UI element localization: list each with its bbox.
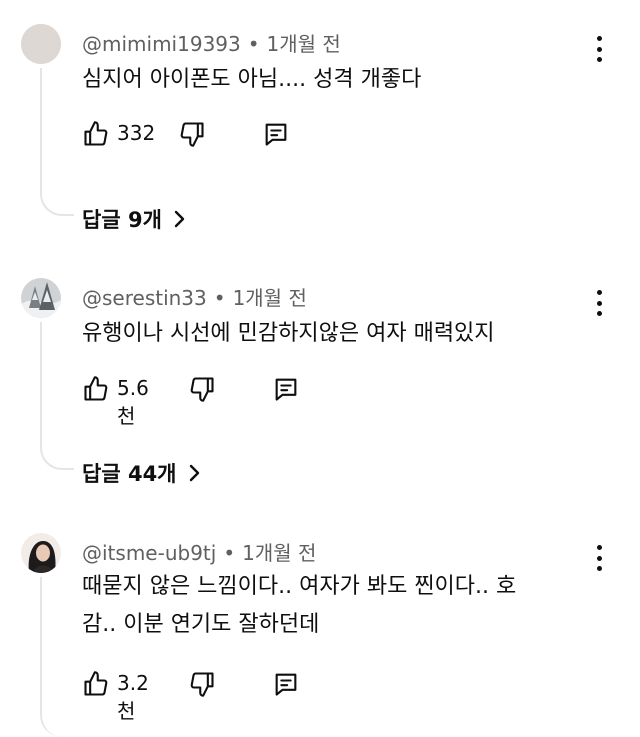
comment-text-line: 감.. 이분 연기도 잘하던데 (82, 612, 320, 637)
more-options-button[interactable] (592, 290, 606, 316)
thumbs-down-icon[interactable] (188, 670, 216, 698)
author-name[interactable]: @serestin33 (82, 286, 207, 310)
avatar-person-icon (21, 533, 61, 573)
author-name[interactable]: @itsme-ub9tj (82, 541, 216, 565)
comment-text: 때묻지 않은 느낌이다.. 여자가 봐도 찐이다.. 호 감.. 이분 연기도 … (82, 568, 516, 644)
like-count: 5.6천 (117, 376, 149, 428)
comment-time: 1개월 전 (266, 32, 341, 56)
comment-time: 1개월 전 (242, 541, 317, 565)
comment-meta: @mimimi19393 • 1개월 전 (82, 28, 341, 57)
avatar[interactable] (21, 24, 61, 64)
separator: • (247, 32, 260, 56)
replies-button[interactable]: 답글 9개 (82, 204, 186, 234)
separator: • (223, 541, 236, 565)
replies-button[interactable]: 답글 44개 (82, 458, 201, 488)
avatar[interactable] (21, 278, 61, 318)
replies-label: 답글 44개 (82, 462, 177, 486)
comment-text-line: 때묻지 않은 느낌이다.. 여자가 봐도 찐이다.. 호 (82, 574, 517, 599)
reply-icon[interactable] (272, 375, 300, 403)
thread-line (40, 68, 74, 216)
more-options-button[interactable] (592, 36, 606, 62)
thread-line (40, 577, 74, 737)
thumbs-down-icon[interactable] (188, 375, 216, 403)
thread-line (40, 322, 74, 470)
comment-text: 유행이나 시선에 민감하지않은 여자 매력있지 (82, 315, 495, 353)
more-options-button[interactable] (592, 545, 606, 571)
comment-meta: @itsme-ub9tj • 1개월 전 (82, 537, 316, 566)
comment-text: 심지어 아이폰도 아님.... 성격 개좋다 (82, 61, 421, 99)
like-count: 332 (117, 121, 156, 145)
like-count: 3.2천 (117, 671, 149, 723)
more-vertical-icon (596, 36, 602, 41)
chevron-right-icon (174, 210, 185, 228)
more-vertical-icon (596, 545, 602, 550)
comment-text-line: 유행이나 시선에 민감하지않은 여자 매력있지 (82, 321, 495, 346)
chevron-right-icon (189, 464, 199, 482)
reply-icon[interactable] (272, 670, 300, 698)
comment-meta: @serestin33 • 1개월 전 (82, 282, 307, 311)
more-vertical-icon (596, 290, 602, 295)
comment-text-line: 심지어 아이폰도 아님.... 성격 개좋다 (82, 67, 422, 92)
separator: • (213, 286, 226, 310)
replies-label: 답글 9개 (82, 208, 162, 232)
author-name[interactable]: @mimimi19393 (82, 32, 241, 56)
thumbs-up-icon[interactable] (82, 120, 110, 148)
thumbs-up-icon[interactable] (82, 670, 110, 698)
avatar-snowy-tree-icon (21, 278, 61, 318)
thumbs-up-icon[interactable] (82, 375, 110, 403)
thumbs-down-icon[interactable] (178, 120, 206, 148)
reply-icon[interactable] (262, 120, 290, 148)
comment-time: 1개월 전 (232, 286, 307, 310)
avatar-blank-icon (21, 24, 61, 64)
avatar[interactable] (21, 533, 61, 573)
